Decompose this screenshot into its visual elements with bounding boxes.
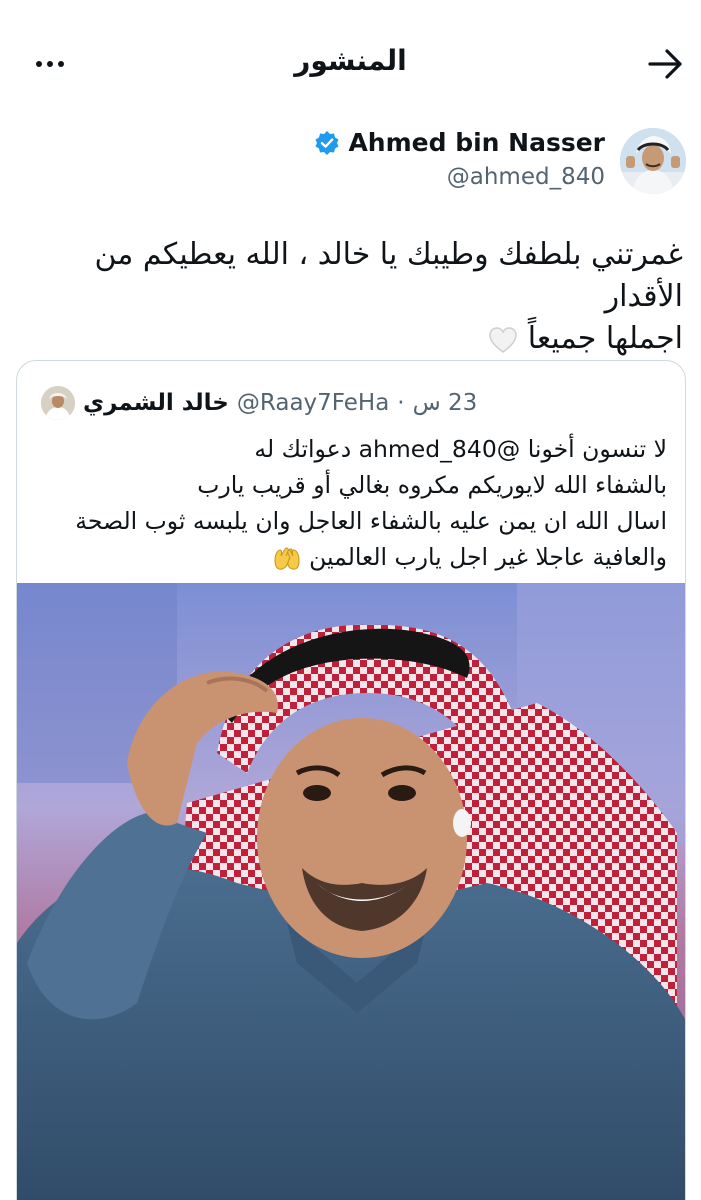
post-author: Ahmed bin Nasser @ahmed_840 (0, 124, 701, 204)
quoted-avatar-photo (41, 386, 75, 420)
quoted-post-photo[interactable] (17, 583, 685, 1200)
separator-dot: · (397, 390, 405, 416)
author-avatar[interactable] (620, 128, 686, 194)
quoted-text-line: والعافية عاجلا غير اجل يارب العالمين (309, 543, 667, 571)
quoted-post-text: لا تنسون أخونا @ahmed_840 دعواتك له بالش… (31, 431, 667, 575)
verified-badge-icon (315, 130, 339, 155)
quoted-post-card[interactable]: خالد الشمري @Raay7FeHa · 23 س لا تنسون أ… (16, 360, 686, 1200)
white-heart-icon (489, 326, 517, 353)
author-display-name[interactable]: Ahmed bin Nasser (348, 128, 605, 157)
back-arrow-icon[interactable] (646, 46, 686, 82)
quoted-text-line: لا تنسون أخونا @ahmed_840 دعواتك له (254, 435, 667, 463)
quoted-author-handle[interactable]: @Raay7FeHa (237, 390, 389, 416)
author-name-row: Ahmed bin Nasser (314, 128, 605, 157)
photo-man-in-shemagh (17, 583, 685, 1200)
post-text: غمرتني بلطفك وطيبك يا خالد ، الله يعطيكم… (23, 234, 683, 360)
quoted-text-line: بالشفاء الله لايوريكم مكروه بغالي أو قري… (197, 471, 667, 499)
author-handle[interactable]: @ahmed_840 (447, 164, 605, 190)
quoted-author-avatar[interactable] (41, 386, 75, 420)
quoted-text-line-last: والعافية عاجلا غير اجل يارب العالمين (31, 539, 667, 575)
post-text-body: غمرتني بلطفك وطيبك يا خالد ، الله يعطيكم… (94, 237, 683, 356)
page-title: المنشور (294, 44, 407, 77)
quoted-text-line: اسال الله ان يمن عليه بالشفاء العاجل وان… (75, 507, 667, 535)
top-bar: المنشور (0, 0, 701, 120)
quoted-author-name[interactable]: خالد الشمري (83, 390, 229, 416)
quoted-post-time: 23 س (412, 390, 478, 416)
raised-hands-icon (274, 546, 300, 570)
quoted-post-header: خالد الشمري @Raay7FeHa · 23 س (41, 385, 481, 421)
avatar-photo (620, 128, 686, 194)
